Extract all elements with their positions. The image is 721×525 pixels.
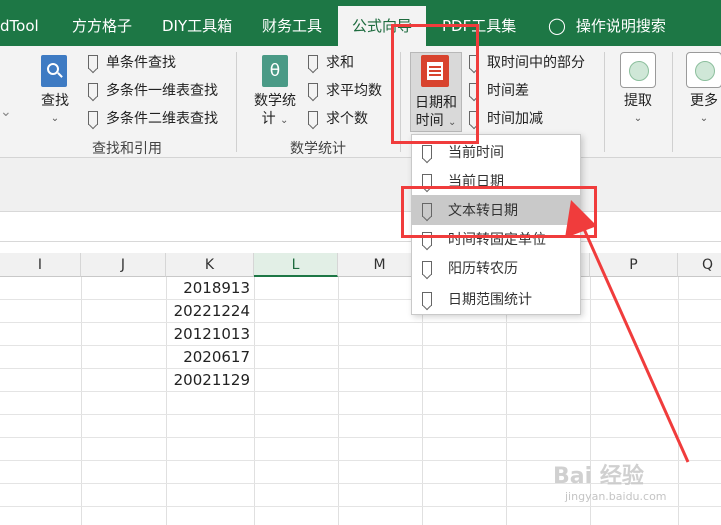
excel-window: dTool 方方格子 DIY工具箱 财务工具 公式向导 PDF工具集 ◯ 操作说明… [0,0,721,525]
annotation-arrow-icon [565,200,690,463]
baidu-watermark-logo: Bai 经验 [553,464,644,489]
baidu-watermark-url: jingyan.baidu.com [565,490,667,503]
